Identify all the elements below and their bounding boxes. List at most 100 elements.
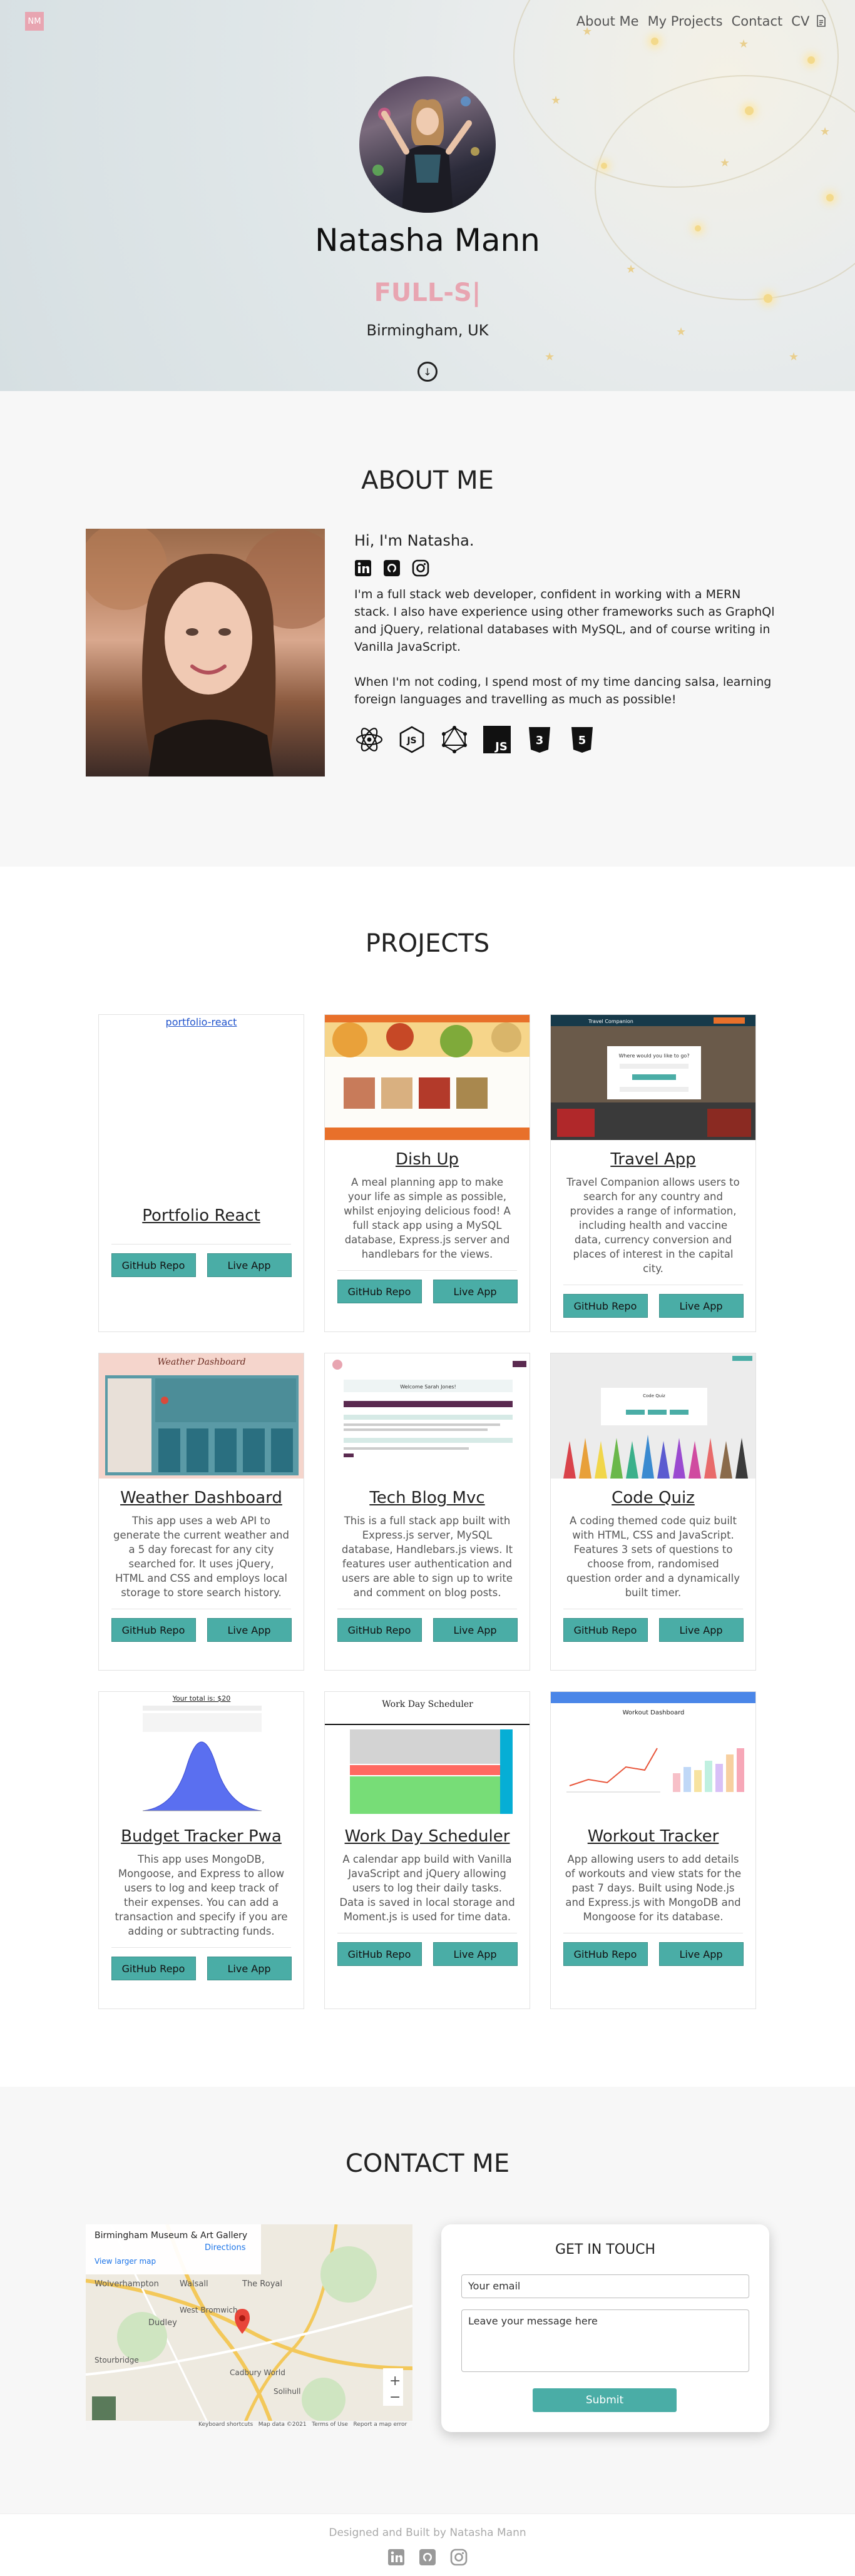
card-buttons: GitHub Repo Live App [325,1609,530,1653]
github-repo-button[interactable]: GitHub Repo [563,1942,648,1966]
travel-question: Where would you like to go? [618,1053,689,1059]
instagram-icon[interactable] [450,2548,468,2566]
project-description: A meal planning app to make your life as… [344,1176,511,1260]
broken-image-alt[interactable]: portfolio-react [99,1015,304,1028]
project-thumbnail: Work Day Scheduler [325,1692,530,1817]
hero-name: Natasha Mann [315,222,540,258]
project-thumbnail: Welcome Sarah Jones! [325,1353,530,1479]
live-app-button[interactable]: Live App [433,1280,518,1303]
fairy-light [807,56,815,64]
blog-welcome-text: Welcome Sarah Jones! [400,1384,456,1390]
weather-header-text: Weather Dashboard [157,1357,245,1367]
email-placeholder: Your email [468,2280,521,2292]
contact-title: CONTACT ME [345,2149,510,2178]
workout-tracker-screenshot: Workout Dashboard [551,1692,755,1817]
project-description: Travel Companion allows users to search … [566,1176,740,1275]
project-card-dish-up: Dish Up A meal planning app to make your… [324,1014,530,1332]
map-label: The Royal [242,2279,282,2289]
linkedin-icon[interactable] [354,559,372,577]
hero-location: Birmingham, UK [366,322,489,339]
react-icon [354,725,384,755]
confetti-star: ★ [739,38,749,51]
message-textarea[interactable]: Leave your message here [461,2309,749,2372]
nav-about[interactable]: About Me [576,14,639,29]
nav-projects[interactable]: My Projects [648,14,723,29]
about-section: ABOUT ME Hi, I'm Natasha. I'm a full sta… [0,391,855,867]
github-repo-button[interactable]: GitHub Repo [337,1280,422,1303]
confetti-star: ★ [720,156,730,170]
nav-cv[interactable]: CV [791,14,826,29]
live-app-button[interactable]: Live App [207,1618,292,1642]
live-app-button[interactable]: Live App [433,1618,518,1642]
map-place-name: Birmingham Museum & Art Gallery [95,2231,248,2241]
live-app-button[interactable]: Live App [658,1618,744,1642]
email-field[interactable]: Your email [461,2274,749,2298]
graphql-icon [439,725,469,755]
project-title: Workout Tracker [587,1827,719,1846]
map-larger-link[interactable]: View larger map [95,2257,156,2266]
map-attribution: Keyboard shortcuts Map data ©2021 Terms … [198,2421,407,2428]
weather-dashboard-screenshot: Weather Dashboard [99,1353,304,1479]
github-repo-button[interactable]: GitHub Repo [337,1942,422,1966]
github-repo-button[interactable]: GitHub Repo [563,1618,648,1642]
project-card-work-day-scheduler: Work Day Scheduler Work Day Scheduler A … [324,1691,530,2009]
instagram-icon[interactable] [412,559,429,577]
svg-text:5: 5 [578,734,586,747]
github-icon[interactable] [419,2548,436,2566]
scroll-down-button[interactable]: ↓ [417,362,438,382]
project-description: App allowing users to add details of wor… [565,1853,742,1923]
project-description: A coding themed code quiz built with HTM… [566,1515,740,1599]
live-app-button[interactable]: Live App [207,1957,292,1980]
project-thumbnail: Your total is: $20 [99,1692,304,1817]
live-app-button[interactable]: Live App [207,1253,292,1277]
svg-text:JS: JS [494,740,508,753]
zoom-out-icon[interactable]: − [389,2390,401,2405]
logo[interactable]: NM [25,12,44,31]
workout-dashboard-text: Workout Dashboard [623,1709,685,1716]
map-label: Dudley [148,2318,177,2328]
map-directions-link[interactable]: Directions [205,2243,246,2253]
project-card-code-quiz: Code Quiz Code Quiz A coding themed code… [550,1353,756,1671]
github-repo-button[interactable]: GitHub Repo [111,1253,196,1277]
submit-button[interactable]: Submit [533,2388,677,2412]
profile-photo-illustration [86,529,325,776]
nodejs-icon: JS [397,725,427,755]
zoom-in-icon[interactable]: + [389,2373,401,2389]
github-repo-button[interactable]: GitHub Repo [111,1957,196,1980]
live-app-button[interactable]: Live App [433,1942,518,1966]
live-app-button[interactable]: Live App [658,1294,744,1318]
contact-form-title: GET IN TOUCH [555,2242,656,2258]
nav-cv-label: CV [791,14,810,29]
card-buttons: GitHub Repo Live App [325,1933,530,1977]
card-buttons: GitHub Repo Live App [99,1948,304,1992]
project-thumbnail: portfolio-react [99,1015,304,1196]
project-title: Dish Up [395,1150,459,1169]
svg-text:3: 3 [536,734,544,747]
fairy-light [651,38,658,45]
linkedin-icon[interactable] [387,2548,405,2566]
card-buttons: GitHub Repo Live App [99,1245,304,1288]
map-label: Stourbridge [95,2356,139,2365]
confetti-star: ★ [820,125,831,138]
about-paragraph-2: When I'm not coding, I spend most of my … [354,675,772,706]
project-card-weather-dashboard: Weather Dashboard Weather Dashboard This… [98,1353,304,1671]
confetti-star: ★ [545,350,555,364]
github-icon[interactable] [383,559,401,577]
github-repo-button[interactable]: GitHub Repo [111,1618,196,1642]
project-card-workout-tracker: Workout Dashboard Workout Tracker App al… [550,1691,756,2009]
live-app-button[interactable]: Live App [658,1942,744,1966]
project-title: Code Quiz [612,1489,695,1507]
scheduler-title-text: Work Day Scheduler [382,1699,473,1709]
nav-contact[interactable]: Contact [732,14,783,29]
project-description: A calendar app build with Vanilla JavaSc… [339,1853,515,1923]
contact-form: GET IN TOUCH Your email Leave your messa… [441,2224,769,2432]
hero-avatar [359,76,496,213]
projects-section: PROJECTS portfolio-react Portfolio React… [0,867,855,2087]
confetti-star: ★ [789,350,799,364]
contact-section: CONTACT ME Birmingham Museum & Art Galle… [0,2087,855,2513]
google-map[interactable]: Birmingham Museum & Art Gallery Directio… [86,2224,412,2430]
github-repo-button[interactable]: GitHub Repo [563,1294,648,1318]
github-repo-button[interactable]: GitHub Repo [337,1618,422,1642]
javascript-icon: JS [482,725,512,755]
footer-credit: Designed and Built by Natasha Mann [329,2527,526,2539]
